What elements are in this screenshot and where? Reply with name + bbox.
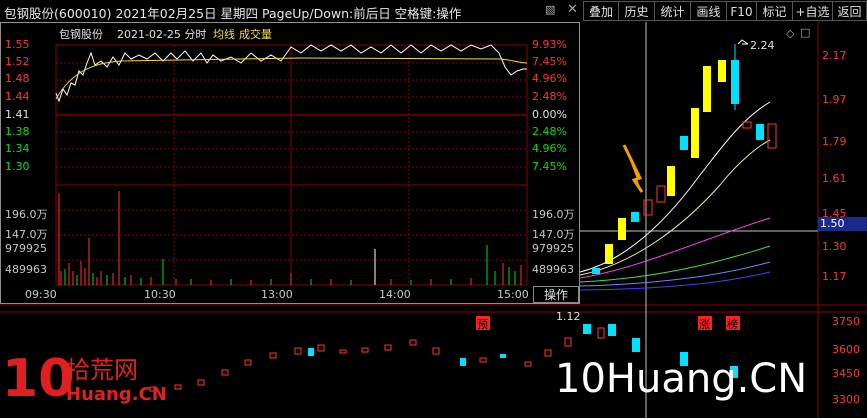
site-watermark: 10Huang.CN xyxy=(555,356,808,402)
intraday-date: 2021-02-25 分时 xyxy=(117,28,207,41)
candles xyxy=(592,44,777,274)
operate-button[interactable]: 操作 xyxy=(533,286,579,303)
pct-tick: 9.93% xyxy=(532,38,567,51)
pct-tick: 2.48% xyxy=(532,90,567,103)
stock-name: 包钢股份 xyxy=(59,28,103,41)
price-tick: 1.44 xyxy=(5,90,30,103)
pct-tick: 0.00% xyxy=(532,108,567,121)
pct-tick: 7.45% xyxy=(532,55,567,68)
intraday-chart xyxy=(55,44,528,286)
price-tick: 1.30 xyxy=(5,160,30,173)
time-tick: 09:30 xyxy=(25,288,57,301)
high-marker: 2.24 xyxy=(750,39,775,52)
volume-legend: 成交量 xyxy=(239,28,272,41)
pct-tick: 7.45% xyxy=(532,160,567,173)
pct-tick: 4.96% xyxy=(532,72,567,85)
volume-tick: 196.0万 xyxy=(5,208,48,221)
intraday-popup: 包钢股份 2021-02-25 分时 均线 成交量 1.55 1.52 1.48… xyxy=(0,22,580,304)
lower-candles xyxy=(149,327,605,392)
volume-tick: 489963 xyxy=(5,263,47,276)
low-marker: 1.12 xyxy=(556,310,581,323)
forecast-tag: 预 xyxy=(477,318,488,331)
price-tick: 1.38 xyxy=(5,125,30,138)
time-tick: 10:30 xyxy=(144,288,176,301)
price-tick: 1.52 xyxy=(5,55,30,68)
price-tick: 1.48 xyxy=(5,72,30,85)
price-tick: 1.41 xyxy=(5,108,30,121)
price-tick: 1.55 xyxy=(5,38,30,51)
pct-tick: 2.48% xyxy=(532,125,567,138)
volume-tick: 147.0万 xyxy=(532,228,575,241)
volume-tick: 979925 xyxy=(5,242,47,255)
volume-tick: 489963 xyxy=(532,263,574,276)
pct-tick: 4.96% xyxy=(532,142,567,155)
volume-tick: 979925 xyxy=(532,242,574,255)
price-tick: 1.34 xyxy=(5,142,30,155)
time-tick: 13:00 xyxy=(261,288,293,301)
ranking-tag: 榜 xyxy=(727,318,738,331)
volume-tick: 147.0万 xyxy=(5,228,48,241)
time-tick: 14:00 xyxy=(379,288,411,301)
window-icon[interactable]: □ xyxy=(800,26,810,39)
volume-tick: 196.0万 xyxy=(532,208,575,221)
diamond-icon[interactable]: ◇ xyxy=(786,27,794,40)
site-logo: 10 拾荒网 Huang.CN xyxy=(2,349,167,409)
volume-bars xyxy=(58,191,522,285)
current-price-label: 1.50 xyxy=(818,217,867,231)
time-tick: 15:00 xyxy=(497,288,529,301)
avg-legend: 均线 xyxy=(213,28,235,41)
limit-up-tag: 涨 xyxy=(699,318,710,331)
